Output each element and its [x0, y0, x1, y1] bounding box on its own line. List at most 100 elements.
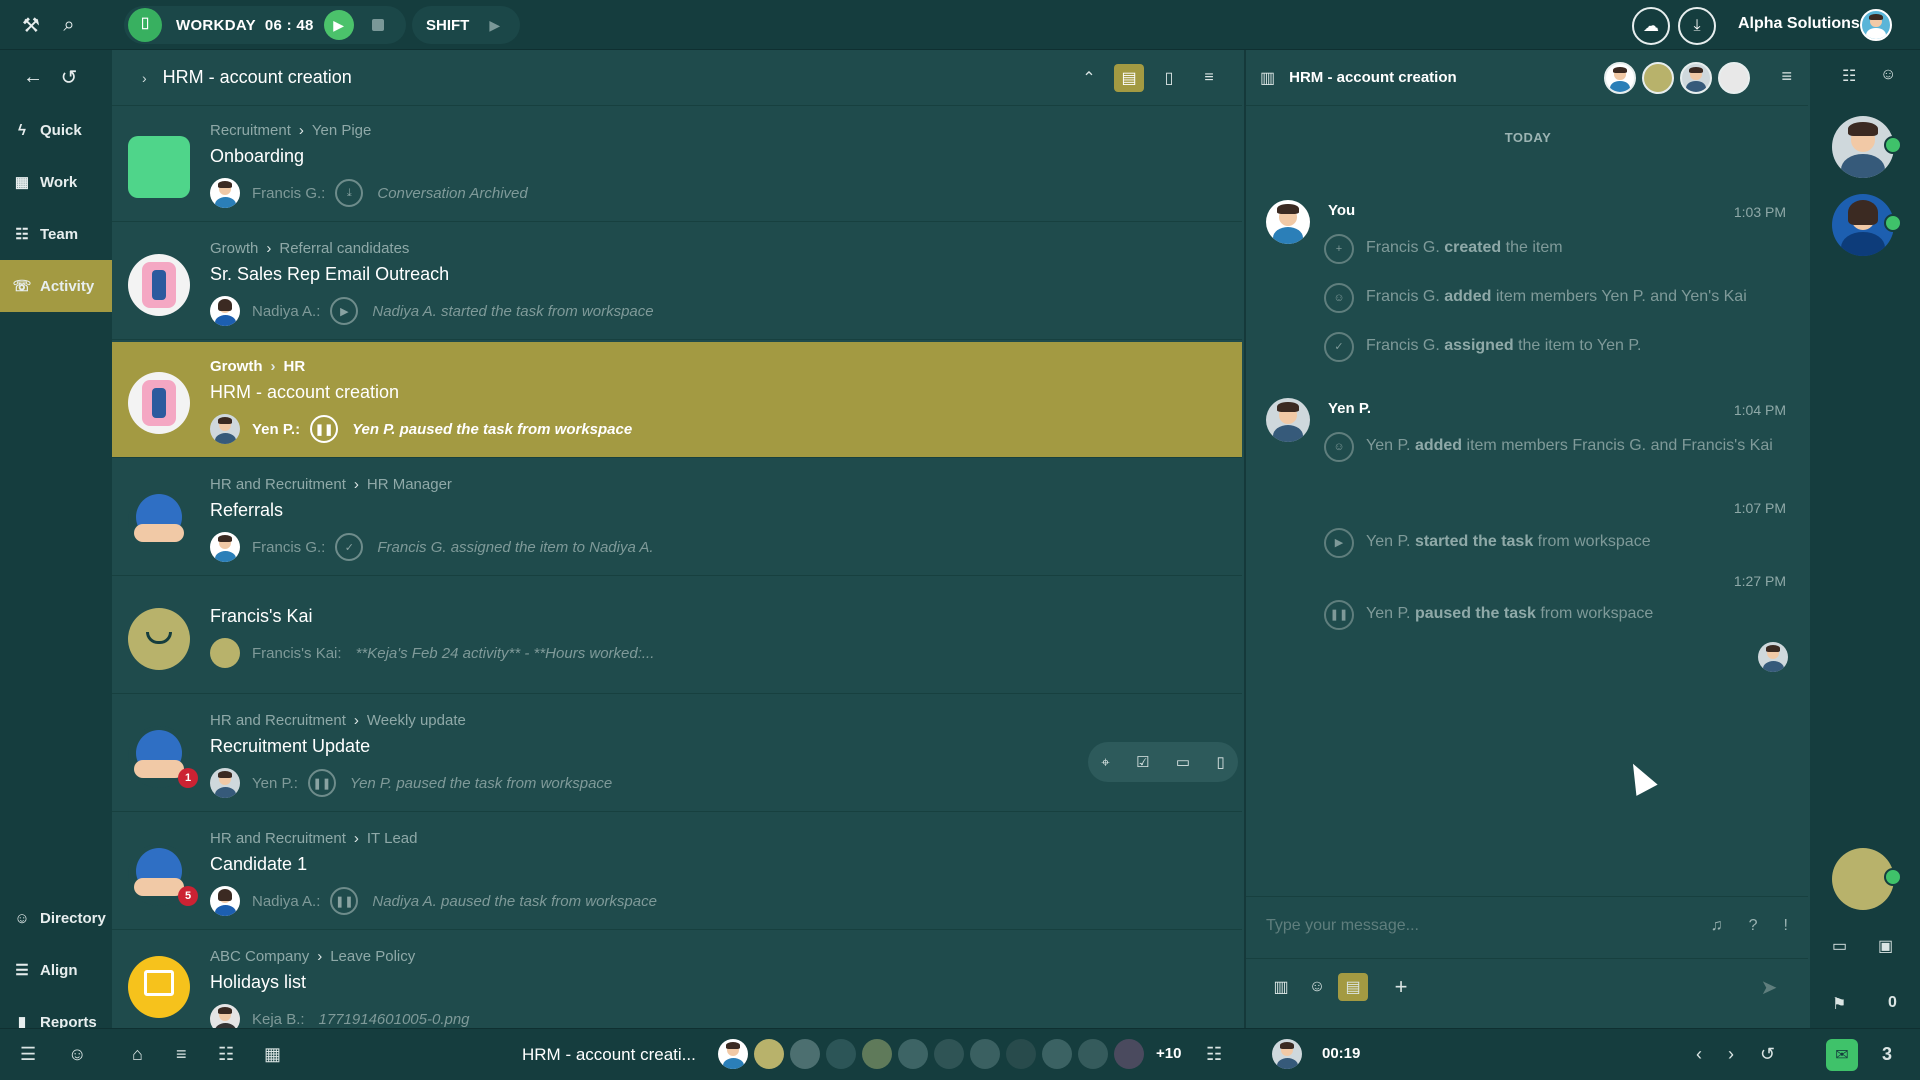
- avatar[interactable]: [934, 1039, 964, 1069]
- item-last-activity: Francis's Kai: **Keja's Feb 24 activity*…: [210, 638, 654, 668]
- chat-view-icon[interactable]: ▤: [1338, 973, 1368, 1001]
- group-icon[interactable]: ☷: [218, 1044, 234, 1065]
- person-settings-icon[interactable]: ☺: [68, 1044, 86, 1065]
- document-icon[interactable]: ▯: [1217, 753, 1225, 771]
- chat-count: 3: [1882, 1044, 1893, 1064]
- avatar[interactable]: [1642, 62, 1674, 94]
- nav-item-work[interactable]: ▦ Work: [0, 156, 112, 208]
- avatar[interactable]: [1680, 62, 1712, 94]
- flag-icon[interactable]: ⚑: [1832, 994, 1846, 1014]
- list-item[interactable]: Francis's Kai Francis's Kai: **Keja's Fe…: [112, 578, 1242, 694]
- chevron-right-icon[interactable]: ›: [142, 70, 147, 86]
- add-member-icon: ☺: [1324, 283, 1354, 313]
- add-member-icon[interactable]: ☺: [1880, 66, 1896, 84]
- filter-icon[interactable]: ≡: [176, 1044, 187, 1065]
- chat-bubble-icon[interactable]: ✉: [1826, 1039, 1858, 1071]
- menu-icon[interactable]: ≡: [1194, 64, 1224, 92]
- list-item[interactable]: 5 HR and Recruitment › IT Lead Candidate 1…: [112, 814, 1242, 930]
- chat-members[interactable]: [1604, 62, 1750, 94]
- avatar[interactable]: [862, 1039, 892, 1069]
- day-divider: TODAY: [1504, 130, 1552, 145]
- avatar[interactable]: [754, 1039, 784, 1069]
- avatar[interactable]: [718, 1039, 748, 1069]
- people-icon[interactable]: ☷: [1206, 1044, 1222, 1065]
- nav-item-team[interactable]: ☷ Team: [0, 208, 112, 260]
- avatar[interactable]: [1006, 1039, 1036, 1069]
- add-icon[interactable]: +: [1386, 973, 1416, 1001]
- document-icon[interactable]: ▯: [1154, 64, 1184, 92]
- chevron-left-icon[interactable]: ‹: [1696, 1044, 1702, 1065]
- avatar[interactable]: [898, 1039, 928, 1069]
- menu-icon[interactable]: ≡: [1781, 66, 1792, 87]
- window-icon[interactable]: ▣: [1878, 936, 1893, 956]
- download-icon[interactable]: ⤓: [1678, 7, 1716, 45]
- layout-icon[interactable]: ▥: [1266, 973, 1296, 1001]
- nav-item-align[interactable]: ☰ Align: [0, 944, 112, 996]
- current-item-title: HRM - account creati...: [522, 1045, 696, 1064]
- avatar[interactable]: [1042, 1039, 1072, 1069]
- avatar[interactable]: [790, 1039, 820, 1069]
- activity-icon: ☏: [12, 278, 32, 295]
- avatar[interactable]: [1078, 1039, 1108, 1069]
- chevron-right-icon[interactable]: ›: [1728, 1044, 1734, 1065]
- screen-icon[interactable]: ▭: [1832, 936, 1847, 956]
- task-check-icon[interactable]: ☑: [1136, 753, 1149, 771]
- calendar-icon[interactable]: ▭: [1176, 753, 1190, 771]
- back-arrow-icon[interactable]: ←: [18, 62, 48, 92]
- list-item[interactable]: ABC Company › Leave Policy Holidays list K…: [112, 932, 1242, 1034]
- row-actions: ⌖ ☑ ▭ ▯: [1088, 742, 1238, 782]
- list-item-selected[interactable]: Growth › HR HRM - account creation Yen P.:…: [112, 342, 1242, 458]
- avatar: [1272, 1039, 1302, 1069]
- avatar[interactable]: [1114, 1039, 1144, 1069]
- create-icon: +: [1324, 234, 1354, 264]
- pause-icon: ❚❚: [1324, 600, 1354, 630]
- cloud-upload-icon[interactable]: ☁: [1632, 7, 1670, 45]
- message-time: 1:07 PM: [1733, 500, 1786, 516]
- avatar[interactable]: [826, 1039, 856, 1069]
- workday-play-button[interactable]: ▶: [323, 10, 354, 40]
- chat-view-icon[interactable]: ▤: [1114, 64, 1144, 92]
- more-participants[interactable]: +10: [1156, 1045, 1181, 1062]
- user-avatar[interactable]: [1860, 9, 1892, 41]
- question-icon[interactable]: ?: [1749, 917, 1758, 935]
- tools-icon[interactable]: ⚒: [16, 10, 46, 40]
- history-icon[interactable]: ↺: [54, 62, 84, 92]
- message-time: 1:27 PM: [1733, 573, 1786, 589]
- members-icon[interactable]: ☷: [1842, 66, 1856, 86]
- message-input[interactable]: Type your message...: [1266, 917, 1419, 935]
- collapse-icon[interactable]: ⌃: [1074, 64, 1104, 92]
- avatar[interactable]: [1604, 62, 1636, 94]
- list-item[interactable]: Recruitment › Yen Pige Onboarding Francis …: [112, 106, 1242, 222]
- nav-label: Work: [40, 173, 78, 191]
- grid-icon[interactable]: ▦: [264, 1044, 281, 1065]
- priority-icon[interactable]: !: [1784, 917, 1788, 935]
- nav-item-directory[interactable]: ☺ Directory: [0, 892, 112, 944]
- add-person-icon[interactable]: ☺: [1302, 973, 1332, 1001]
- headset-icon[interactable]: ♫: [1711, 917, 1723, 935]
- nav-item-activity[interactable]: ☏ Activity: [0, 260, 112, 312]
- list-item[interactable]: HR and Recruitment › HR Manager Referrals …: [112, 460, 1242, 576]
- organization-name[interactable]: Alpha Solutions: [1738, 15, 1860, 33]
- item-breadcrumb: HR and Recruitment › Weekly update: [210, 712, 466, 729]
- nav-item-quick[interactable]: ϟ Quick: [0, 104, 112, 156]
- avatar[interactable]: [1266, 200, 1310, 244]
- shift-control[interactable]: SHIFT ▶: [412, 6, 520, 44]
- panel-toggle-icon[interactable]: ▥: [1260, 68, 1275, 88]
- shift-play-icon[interactable]: ▶: [489, 17, 500, 34]
- location-pin-icon[interactable]: ⌖: [1101, 754, 1109, 771]
- list-item[interactable]: Growth › Referral candidates Sr. Sales Rep…: [112, 224, 1242, 340]
- tag-icon[interactable]: ⌂: [132, 1044, 143, 1065]
- item-breadcrumb: Recruitment › Yen Pige: [210, 122, 372, 139]
- avatar[interactable]: [1718, 62, 1750, 94]
- send-icon[interactable]: ➤: [1754, 973, 1784, 1001]
- item-last-activity: Yen P.: ❚❚ Yen P. paused the task from w…: [210, 768, 612, 798]
- settings-sliders-icon[interactable]: ☰: [20, 1044, 36, 1065]
- participant-avatars[interactable]: [718, 1039, 1144, 1069]
- nav-label: Align: [40, 961, 78, 979]
- avatar[interactable]: [970, 1039, 1000, 1069]
- avatar[interactable]: [1266, 398, 1310, 442]
- history-icon[interactable]: ↺: [1760, 1044, 1775, 1065]
- list-item[interactable]: 1 HR and Recruitment › Weekly update Recru…: [112, 696, 1242, 812]
- workday-stop-button[interactable]: [371, 19, 384, 31]
- search-icon[interactable]: ⌕: [54, 10, 84, 40]
